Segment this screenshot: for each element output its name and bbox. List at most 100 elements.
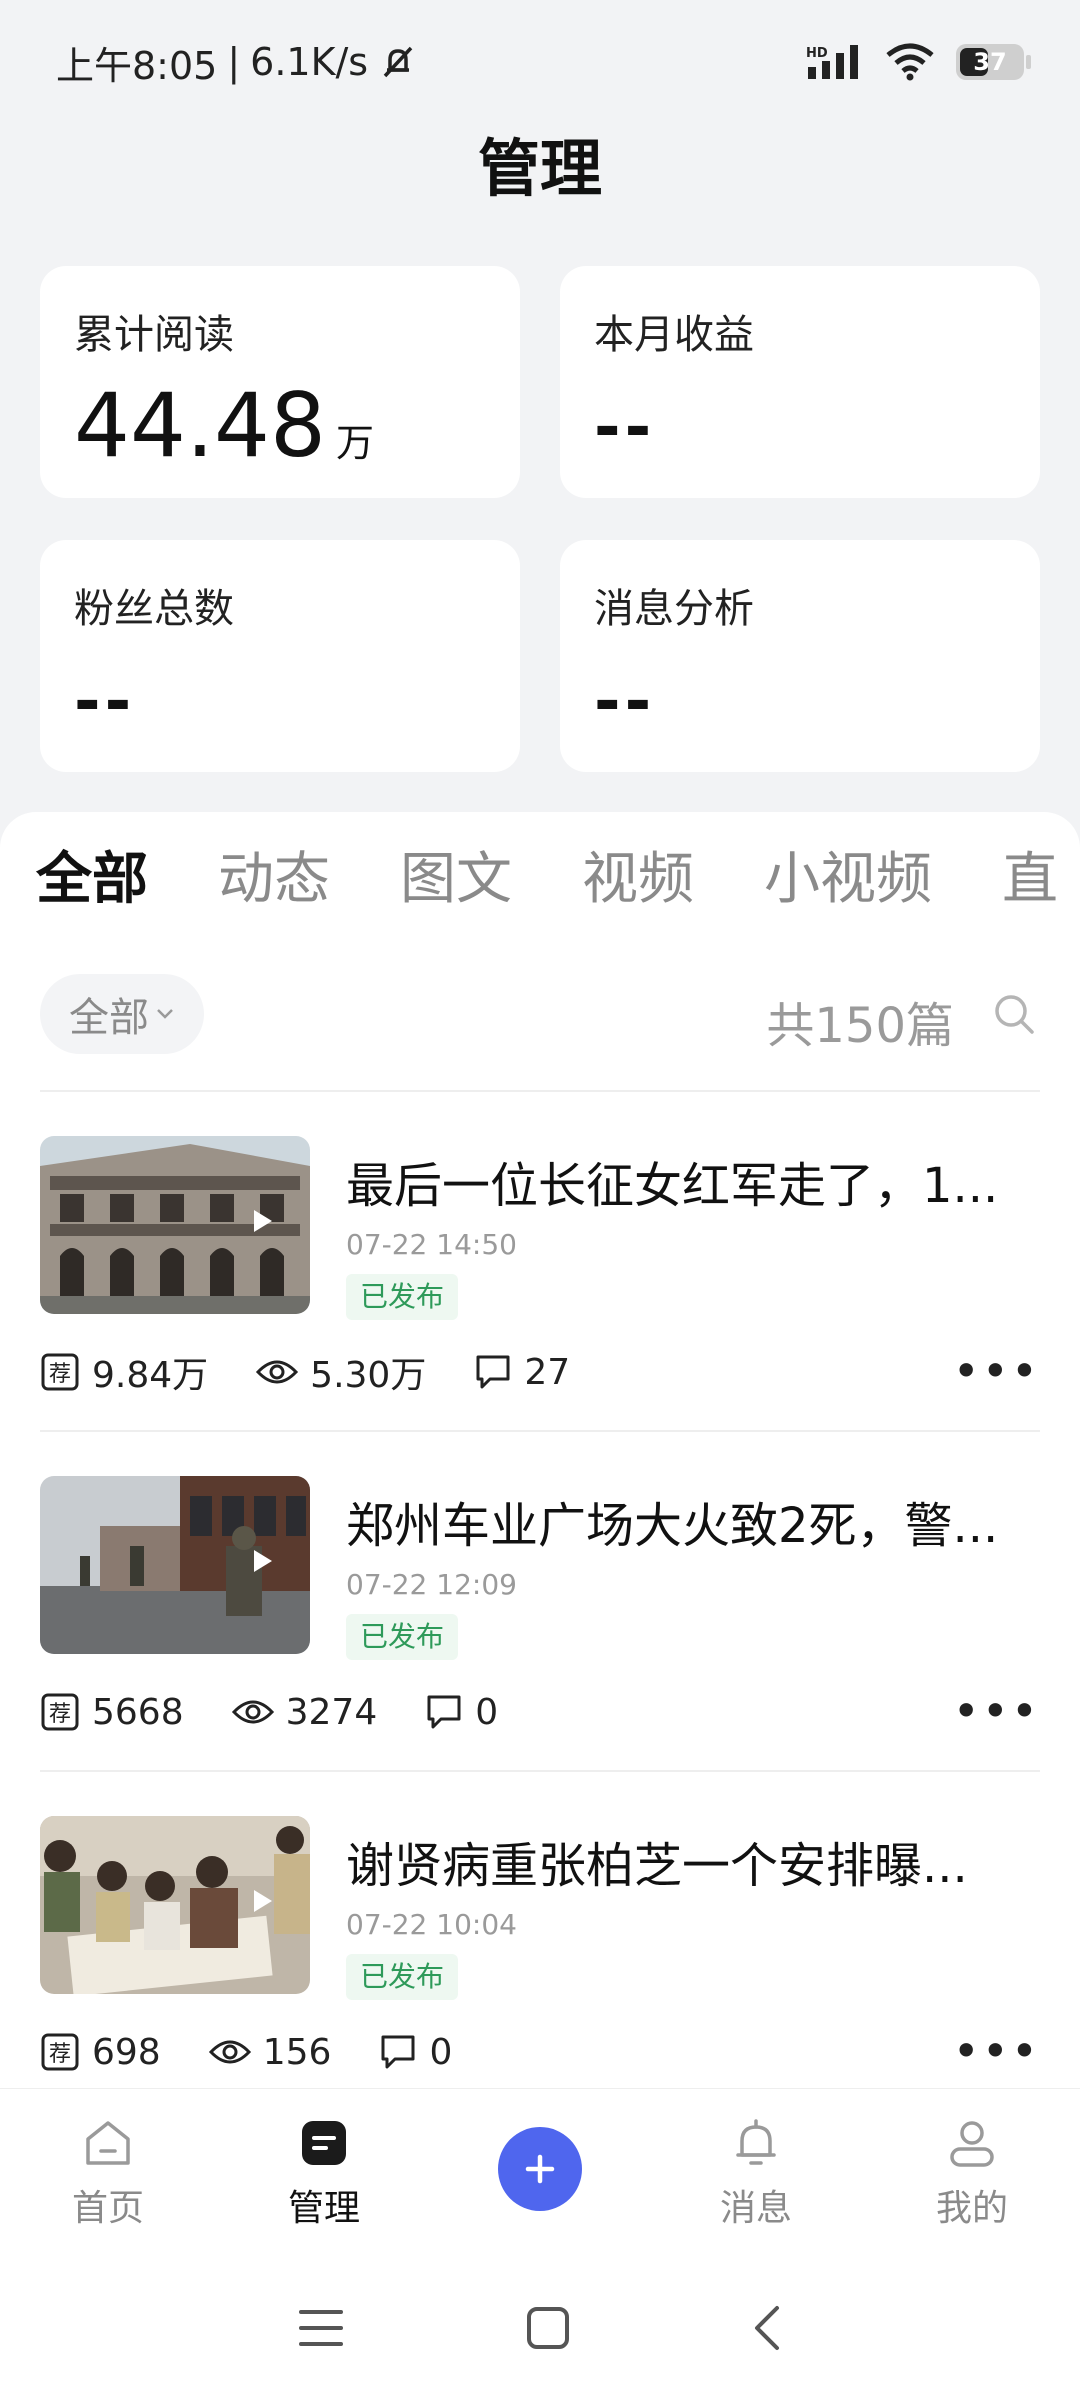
article-title[interactable]: 郑州车业广场大火致2死，警... <box>346 1486 1036 1556</box>
more-options-icon[interactable]: ••• <box>953 2028 1040 2074</box>
battery-level: 37 <box>973 48 1007 76</box>
play-icon <box>254 1210 272 1232</box>
status-badge: 已发布 <box>346 1274 459 1320</box>
status-right: HD 37 <box>806 43 1031 81</box>
comments-count: 0 <box>429 2031 453 2073</box>
tab-all[interactable]: 全部 <box>36 834 148 915</box>
nav-add-button[interactable] <box>432 2089 648 2256</box>
tab-dynamic[interactable]: 动态 <box>218 834 330 915</box>
tab-live[interactable]: 直 <box>1002 834 1058 915</box>
views-metric: 156 <box>208 2031 332 2073</box>
chevron-down-icon <box>157 1009 173 1019</box>
more-options-icon[interactable]: ••• <box>953 1348 1040 1394</box>
article-title[interactable]: 谢贤病重张柏芝一个安排曝... <box>346 1826 1036 1896</box>
divider <box>40 1770 1040 1772</box>
menu-icon[interactable] <box>297 2306 345 2350</box>
article-metrics: 荐 5668 3274 0 ••• <box>40 1684 1040 1740</box>
views-count: 156 <box>262 2031 332 2073</box>
stat-card-total-reads[interactable]: 累计阅读 44.48 万 <box>40 266 520 498</box>
stat-label: 本月收益 <box>594 312 754 358</box>
nav-messages[interactable]: 消息 <box>648 2089 864 2256</box>
recommend-metric: 荐 9.84万 <box>40 1346 208 1398</box>
play-icon <box>254 1890 272 1912</box>
tab-article[interactable]: 图文 <box>400 834 512 915</box>
comment-icon <box>381 2035 415 2069</box>
recommend-icon: 荐 <box>41 1693 79 1731</box>
recommend-count: 9.84万 <box>92 1355 209 1396</box>
article-thumbnail[interactable] <box>40 1476 310 1654</box>
more-options-icon[interactable]: ••• <box>953 1688 1040 1734</box>
stat-label: 粉丝总数 <box>74 586 234 632</box>
filter-dropdown[interactable]: 全部 <box>40 974 204 1054</box>
status-left: 上午8:05 | 6.1K/s <box>56 35 418 90</box>
article-date: 07-22 14:50 <box>346 1228 517 1261</box>
stat-card-monthly-income[interactable]: 本月收益 -- <box>560 266 1040 498</box>
recommend-count: 698 <box>92 2031 161 2073</box>
svg-text:HD: HD <box>806 46 828 61</box>
stat-number: 44.48 <box>74 374 326 477</box>
nav-manage[interactable]: 管理 <box>216 2089 432 2256</box>
stat-unit: 万 <box>335 421 374 465</box>
article-count: 共150篇 <box>766 998 954 1054</box>
play-icon <box>254 1550 272 1572</box>
nav-home[interactable]: 首页 <box>0 2089 216 2256</box>
comments-metric[interactable]: 0 <box>425 1692 498 1733</box>
article-item[interactable]: 郑州车业广场大火致2死，警... 07-22 12:09 已发布 荐 5668 … <box>40 1476 1040 1776</box>
search-icon[interactable] <box>988 988 1040 1040</box>
article-thumbnail[interactable] <box>40 1816 310 1994</box>
manage-icon <box>302 2121 346 2165</box>
tab-short-video[interactable]: 小视频 <box>764 834 932 915</box>
system-nav-bar <box>0 2256 1080 2400</box>
tab-video[interactable]: 视频 <box>582 834 694 915</box>
wifi-icon <box>886 43 934 81</box>
comment-icon <box>476 1355 510 1389</box>
divider <box>40 1430 1040 1432</box>
eye-icon <box>231 1700 274 1724</box>
article-item[interactable]: 谢贤病重张柏芝一个安排曝... 07-22 10:04 已发布 荐 698 15… <box>40 1816 1040 2088</box>
content-tabs: 全部 动态 图文 视频 小视频 直 <box>36 834 1080 915</box>
filter-label: 全部 <box>69 995 149 1041</box>
page-title: 管理 <box>477 132 602 205</box>
comments-metric[interactable]: 0 <box>379 2032 452 2073</box>
article-date: 07-22 12:09 <box>346 1568 517 1601</box>
article-item[interactable]: 最后一位长征女红军走了，1... 07-22 14:50 已发布 荐 9.84万… <box>40 1136 1040 1436</box>
home-square-icon[interactable] <box>525 2305 571 2351</box>
recommend-icon: 荐 <box>41 1353 79 1391</box>
views-count: 3274 <box>285 1691 378 1733</box>
article-metrics: 荐 698 156 0 ••• <box>40 2024 1040 2080</box>
eye-icon <box>256 1360 299 1384</box>
add-icon[interactable] <box>498 2127 582 2211</box>
back-icon[interactable] <box>751 2304 783 2352</box>
comment-icon <box>427 1695 461 1729</box>
stat-label: 消息分析 <box>594 586 754 632</box>
stat-value: -- <box>74 665 136 739</box>
bottom-nav: 首页 管理 消息 我的 <box>0 2088 1080 2256</box>
recommend-metric: 荐 5668 <box>40 1692 184 1733</box>
recommend-icon: 荐 <box>41 2033 79 2071</box>
comments-count: 0 <box>475 1691 499 1733</box>
views-metric: 3274 <box>231 1691 378 1733</box>
status-time: 上午8:05 <box>56 43 218 88</box>
nav-label: 首页 <box>71 2188 144 2229</box>
stat-value: 44.48 万 <box>74 382 486 470</box>
stat-value: -- <box>594 391 656 465</box>
status-bar: 上午8:05 | 6.1K/s HD 37 <box>0 0 1080 124</box>
stat-card-message-analysis[interactable]: 消息分析 -- <box>560 540 1040 772</box>
views-metric: 5.30万 <box>256 1346 426 1398</box>
content-panel: 全部 动态 图文 视频 小视频 直 全部 共150篇 最后一位长征女红军走了，1… <box>0 812 1080 2088</box>
nav-profile[interactable]: 我的 <box>864 2089 1080 2256</box>
stat-label: 累计阅读 <box>74 312 234 358</box>
recommend-badge-text: 荐 <box>49 1362 71 1387</box>
status-separator: | <box>227 40 241 84</box>
nav-label: 管理 <box>287 2188 360 2229</box>
article-thumbnail[interactable] <box>40 1136 310 1314</box>
eye-icon <box>208 2040 251 2064</box>
article-title[interactable]: 最后一位长征女红军走了，1... <box>346 1146 1036 1216</box>
stat-card-followers[interactable]: 粉丝总数 -- <box>40 540 520 772</box>
user-icon <box>950 2121 994 2167</box>
article-date: 07-22 10:04 <box>346 1908 517 1941</box>
comments-metric[interactable]: 27 <box>474 1352 570 1393</box>
signal-icon: HD <box>806 45 858 79</box>
comments-count: 27 <box>524 1351 571 1393</box>
article-metrics: 荐 9.84万 5.30万 27 ••• <box>40 1344 1040 1400</box>
